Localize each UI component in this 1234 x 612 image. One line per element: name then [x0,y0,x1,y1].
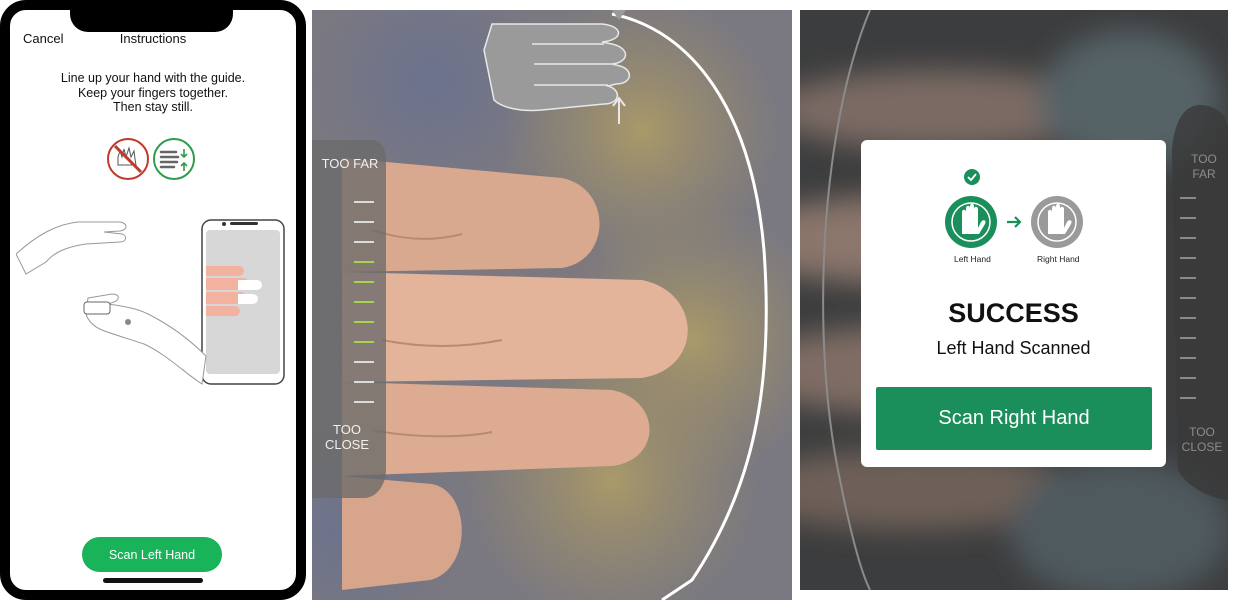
instruction-line: Then stay still. [113,100,193,114]
left-hand-step-icon [945,196,997,248]
progress-steps [945,169,1083,248]
too-close-label: TOO CLOSE [320,422,374,452]
scan-right-hand-button[interactable]: Scan Right Hand [876,387,1152,450]
too-close-line: TOO [1189,425,1215,439]
scan-left-hand-button[interactable]: Scan Left Hand [82,537,222,572]
spread-fingers-prohibited-icon [107,138,149,180]
success-title: SUCCESS [948,298,1079,328]
check-icon [964,169,980,185]
too-far-label: TOO FAR [321,156,379,171]
left-hand-step-label: Left Hand [954,254,991,264]
arrow-right-icon [1007,216,1022,228]
too-far-line: TOO [1191,152,1217,166]
home-indicator [103,578,203,583]
too-close-line: CLOSE [324,437,370,452]
too-close-line: CLOSE [1181,440,1223,454]
fingers-together-icon [153,138,195,180]
instructions-phone: Cancel Instructions Line up your hand wi… [0,0,306,600]
instruction-text: Line up your hand with the guide. Keep y… [0,71,306,115]
success-subtitle: Left Hand Scanned [936,338,1091,358]
instruction-line: Line up your hand with the guide. [60,71,246,85]
too-far-line: FAR [1192,167,1216,181]
success-view: TOO FAR TOO CLOSE Left Hand Right Hand S… [800,10,1228,590]
phone-notch [70,0,233,32]
right-hand-step-icon [1031,196,1083,248]
too-far-label: TOO FAR [1184,152,1224,182]
right-hand-step-label: Right Hand [1037,254,1080,264]
too-close-label: TOO CLOSE [1180,425,1224,455]
camera-view: TOO FAR TOO CLOSE [312,10,792,600]
too-close-line: TOO [333,422,361,437]
hand-placement-illustration [16,219,285,385]
instruction-line: Keep your fingers together. [77,85,229,100]
camera-feed-image [312,10,792,600]
tip-icons [106,137,198,186]
success-dialog: Left Hand Right Hand SUCCESS Left Hand S… [861,140,1166,467]
page-title: Instructions [119,31,187,46]
